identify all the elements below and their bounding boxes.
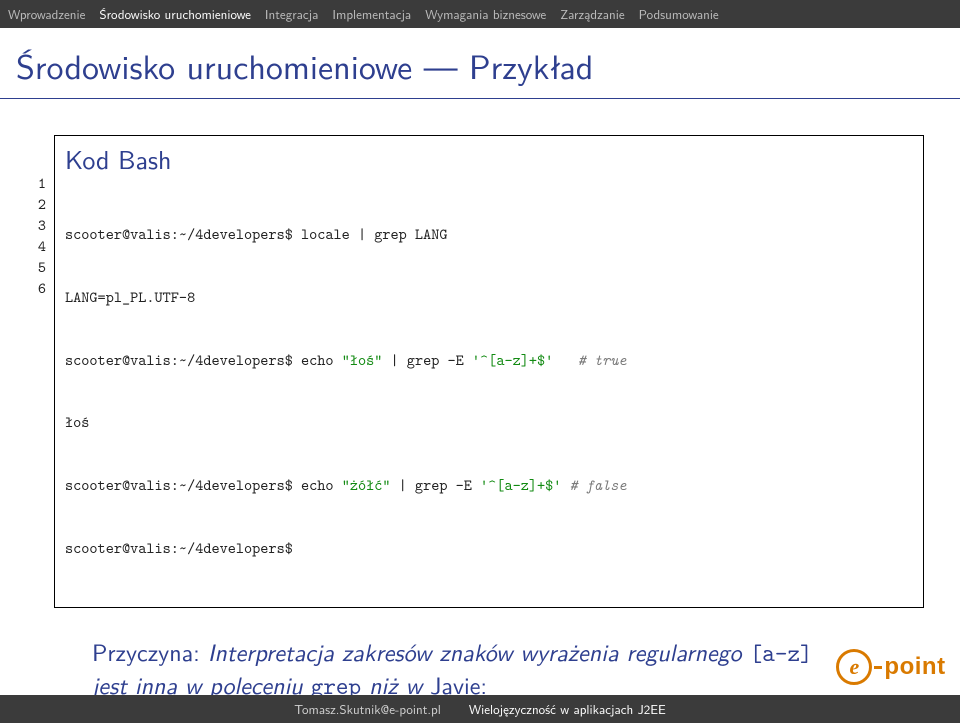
lineno: 2 — [24, 194, 46, 215]
epoint-logo: e point — [836, 647, 946, 687]
nav-podsumowanie[interactable]: Podsumowanie — [639, 5, 719, 24]
code-string: "żółć" — [342, 474, 391, 495]
slide-content: 1 2 3 4 5 6 Kod Bash scooter@valis:~/4de… — [0, 99, 960, 723]
code-string: '^[a-z]+$' — [480, 474, 561, 495]
code-comment: # false — [561, 474, 626, 495]
code-title: Kod Bash — [55, 136, 923, 182]
code-text: scooter@valis:~/4developers$ echo — [65, 474, 342, 495]
code-string: "łoś" — [342, 349, 383, 370]
footer: Tomasz.Skutnik@e-point.pl Wielojęzycznoś… — [0, 695, 960, 723]
footer-title: Wielojęzyczność w aplikacjach J2EE — [469, 700, 666, 719]
nav-wprowadzenie[interactable]: Wprowadzenie — [8, 5, 85, 24]
code-text: łoś — [65, 411, 89, 432]
logo-dash-icon — [874, 666, 882, 669]
code-text: scooter@valis:~/4developers$ locale | gr… — [65, 223, 447, 244]
code-text: LANG=pl_PL.UTF-8 — [65, 286, 195, 307]
code-comment: # true — [553, 349, 626, 370]
nav-implementacja[interactable]: Implementacja — [332, 5, 411, 24]
nav-integracja[interactable]: Integracja — [265, 5, 319, 24]
nav-zarzadzanie[interactable]: Zarządzanie — [560, 5, 624, 24]
footer-author: Tomasz.Skutnik@e-point.pl — [294, 700, 441, 719]
code-text: | grep -E — [382, 349, 472, 370]
lineno: 3 — [24, 215, 46, 236]
lineno: 6 — [24, 278, 46, 299]
slide-title: Środowisko uruchomieniowe — Przykład — [0, 28, 960, 98]
lineno: 4 — [24, 236, 46, 257]
code-text: | grep -E — [391, 474, 481, 495]
code-lines: scooter@valis:~/4developers$ locale | gr… — [55, 182, 923, 607]
explanation: Przyczyna: Interpretacja zakresów znaków… — [24, 608, 844, 703]
line-numbers: 1 2 3 4 5 6 — [24, 135, 54, 608]
code-text: scooter@valis:~/4developers$ echo — [65, 349, 342, 370]
expl-tt: [a-z] — [750, 637, 813, 669]
lineno: 1 — [24, 173, 46, 194]
code-box: Kod Bash scooter@valis:~/4developers$ lo… — [54, 135, 924, 608]
logo-e-icon: e — [836, 649, 872, 685]
expl-lead: Przyczyna: — [92, 634, 200, 669]
code-block: 1 2 3 4 5 6 Kod Bash scooter@valis:~/4de… — [24, 135, 924, 608]
code-text: scooter@valis:~/4developers$ — [65, 537, 293, 558]
expl-text: Interpretacja zakresów znaków wyrażenia … — [200, 634, 750, 669]
nav-wymagania[interactable]: Wymagania biznesowe — [425, 5, 546, 24]
nav-srodowisko[interactable]: Środowisko uruchomieniowe — [99, 5, 251, 24]
code-string: '^[a-z]+$' — [472, 349, 553, 370]
logo-word: point — [884, 653, 945, 681]
lineno: 5 — [24, 257, 46, 278]
section-nav: Wprowadzenie Środowisko uruchomieniowe I… — [0, 0, 960, 28]
